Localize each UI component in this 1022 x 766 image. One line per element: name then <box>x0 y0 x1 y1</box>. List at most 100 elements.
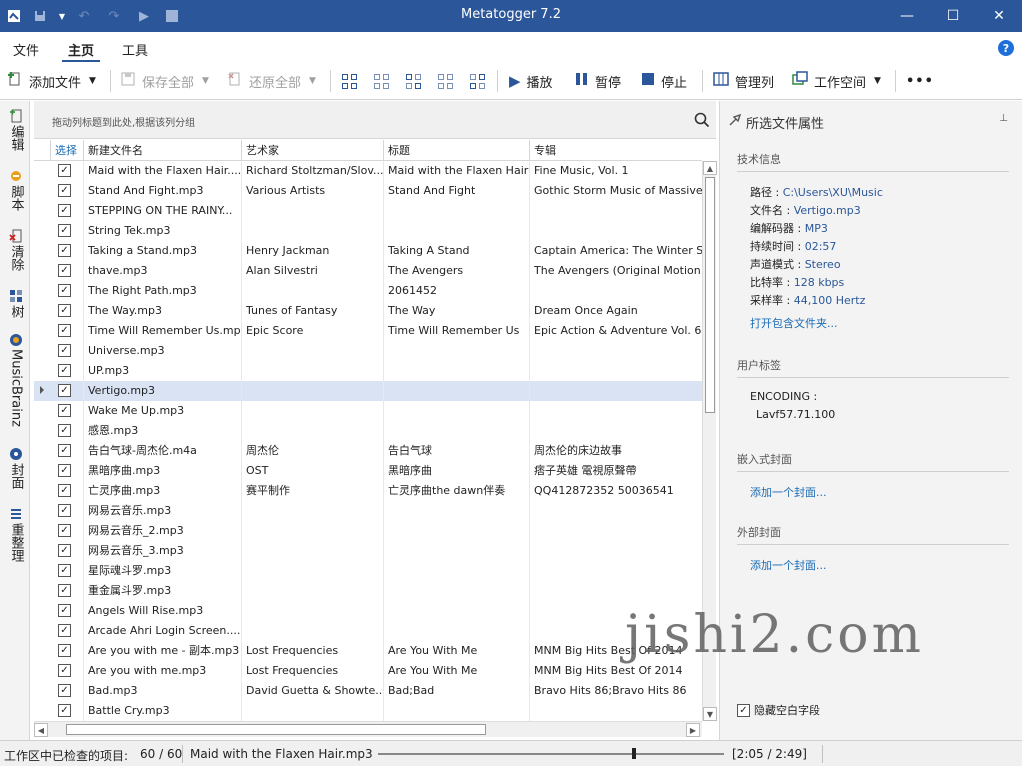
cell-artist[interactable] <box>241 521 383 541</box>
row-checkbox[interactable]: ✓ <box>58 284 71 297</box>
row-checkbox[interactable]: ✓ <box>58 384 71 397</box>
table-row[interactable]: ✓ The Right Path.mp3 2061452 <box>34 281 702 301</box>
row-checkbox[interactable]: ✓ <box>58 584 71 597</box>
table-row[interactable]: ✓ Stand And Fight.mp3 Various Artists Stand… <box>34 181 702 201</box>
cell-artist[interactable]: Various Artists <box>241 181 383 201</box>
save-all-button[interactable]: 保存全部 ▼ <box>120 71 209 91</box>
scroll-down-icon[interactable]: ▼ <box>703 707 717 721</box>
cell-album[interactable]: Dream Once Again <box>529 301 702 321</box>
cell-artist[interactable] <box>241 561 383 581</box>
cell-file[interactable]: Bad.mp3 <box>83 681 241 701</box>
table-row[interactable]: ✓ Are you with me.mp3 Lost Frequencies Are … <box>34 661 702 681</box>
table-row[interactable]: ✓ 网易云音乐_3.mp3 <box>34 541 702 561</box>
cell-title[interactable]: Are You With Me <box>383 661 529 681</box>
scroll-up-icon[interactable]: ▲ <box>703 161 717 175</box>
menu-file[interactable]: 文件 <box>13 40 39 59</box>
cell-album[interactable] <box>529 521 702 541</box>
table-row[interactable]: ✓ 网易云音乐.mp3 <box>34 501 702 521</box>
scroll-left-icon[interactable]: ◀ <box>34 723 48 737</box>
cell-file[interactable]: String Tek.mp3 <box>83 221 241 241</box>
table-row[interactable]: ✓ 黑暗序曲.mp3 OST 黑暗序曲 痞子英雄 電視原聲帶 <box>34 461 702 481</box>
cell-title[interactable] <box>383 341 529 361</box>
row-checkbox[interactable]: ✓ <box>58 524 71 537</box>
table-row[interactable]: ✓ Battle Cry.mp3 <box>34 701 702 721</box>
cell-artist[interactable] <box>241 621 383 641</box>
cell-artist[interactable]: Lost Frequencies <box>241 641 383 661</box>
cell-artist[interactable] <box>241 701 383 721</box>
cell-title[interactable]: Bad;Bad <box>383 681 529 701</box>
cell-artist[interactable] <box>241 281 383 301</box>
cell-title[interactable] <box>383 401 529 421</box>
cell-title[interactable] <box>383 621 529 641</box>
cell-album[interactable] <box>529 221 702 241</box>
cell-file[interactable]: Battle Cry.mp3 <box>83 701 241 721</box>
cell-file[interactable]: Universe.mp3 <box>83 341 241 361</box>
cell-title[interactable] <box>383 381 529 401</box>
table-row[interactable]: ✓ 告白气球-周杰伦.m4a 周杰伦 告白气球 周杰伦的床边故事 <box>34 441 702 461</box>
cell-file[interactable]: Wake Me Up.mp3 <box>83 401 241 421</box>
cell-title[interactable]: Maid with the Flaxen Hair <box>383 161 529 181</box>
row-checkbox[interactable]: ✓ <box>58 164 71 177</box>
close-button[interactable]: ✕ <box>976 0 1022 32</box>
cell-file[interactable]: 黑暗序曲.mp3 <box>83 461 241 481</box>
cell-album[interactable]: 周杰伦的床边故事 <box>529 441 702 461</box>
play-button[interactable]: ▶ 播放 <box>509 71 553 91</box>
row-checkbox[interactable]: ✓ <box>58 464 71 477</box>
vertical-scroll-thumb[interactable] <box>705 177 715 413</box>
cell-album[interactable]: The Avengers (Original Motion I <box>529 261 702 281</box>
column-header-filename[interactable]: 新建文件名 <box>83 140 241 161</box>
cell-file[interactable]: 网易云音乐_3.mp3 <box>83 541 241 561</box>
cell-album[interactable] <box>529 501 702 521</box>
cell-album[interactable] <box>529 701 702 721</box>
row-checkbox[interactable]: ✓ <box>58 404 71 417</box>
cell-album[interactable]: Epic Action & Adventure Vol. 6 <box>529 321 702 341</box>
add-embedded-cover-link[interactable]: 添加一个封面... <box>750 484 827 500</box>
cell-file[interactable]: The Way.mp3 <box>83 301 241 321</box>
table-row[interactable]: ✓ Taking a Stand.mp3 Henry Jackman Taking A… <box>34 241 702 261</box>
cell-album[interactable] <box>529 341 702 361</box>
cell-title[interactable]: Are You With Me <box>383 641 529 661</box>
row-checkbox[interactable]: ✓ <box>58 544 71 557</box>
cell-album[interactable] <box>529 581 702 601</box>
cell-file[interactable]: Are you with me.mp3 <box>83 661 241 681</box>
cell-album[interactable] <box>529 421 702 441</box>
cell-album[interactable] <box>529 561 702 581</box>
select-invert-grid-button[interactable] <box>406 71 421 91</box>
leftbar-item-clean[interactable]: 清除 <box>6 229 26 271</box>
workspace-button[interactable]: 工作空间 ▼ <box>792 71 881 91</box>
menu-tools[interactable]: 工具 <box>122 40 148 59</box>
cell-file[interactable]: Angels Will Rise.mp3 <box>83 601 241 621</box>
cell-file[interactable]: Are you with me - 副本.mp3 <box>83 641 241 661</box>
row-checkbox[interactable]: ✓ <box>58 644 71 657</box>
cell-album[interactable] <box>529 361 702 381</box>
column-header-select[interactable]: 选择 <box>50 140 83 161</box>
column-header-album[interactable]: 专辑 <box>529 140 702 161</box>
cell-file[interactable]: Stand And Fight.mp3 <box>83 181 241 201</box>
cell-file[interactable]: 重金属斗罗.mp3 <box>83 581 241 601</box>
leftbar-item-edit[interactable]: 编辑 <box>6 109 26 151</box>
table-row[interactable]: ✓ UP.mp3 <box>34 361 702 381</box>
row-checkbox[interactable]: ✓ <box>58 704 71 717</box>
cell-album[interactable] <box>529 201 702 221</box>
cell-artist[interactable]: Epic Score <box>241 321 383 341</box>
row-checkbox[interactable]: ✓ <box>58 364 71 377</box>
group-by-bar[interactable]: 拖动列标题到此处,根据该列分组 <box>34 101 716 139</box>
leftbar-item-reorganize[interactable]: 重整理 <box>6 507 26 562</box>
table-row[interactable]: ✓ Maid with the Flaxen Hair.... Richard St… <box>34 161 702 181</box>
table-row[interactable]: ✓ Arcade Ahri Login Screen.... <box>34 621 702 641</box>
column-header-title[interactable]: 标题 <box>383 140 529 161</box>
cell-file[interactable]: The Right Path.mp3 <box>83 281 241 301</box>
cell-title[interactable] <box>383 521 529 541</box>
row-checkbox[interactable]: ✓ <box>58 684 71 697</box>
table-row[interactable]: ✓ 网易云音乐_2.mp3 <box>34 521 702 541</box>
cell-file[interactable]: Time Will Remember Us.mp3 <box>83 321 241 341</box>
column-header-artist[interactable]: 艺术家 <box>241 140 383 161</box>
row-checkbox[interactable]: ✓ <box>58 264 71 277</box>
pin-icon[interactable]: ⊥ <box>999 113 1008 124</box>
row-checkbox[interactable]: ✓ <box>58 664 71 677</box>
cell-artist[interactable]: 周杰伦 <box>241 441 383 461</box>
cell-artist[interactable] <box>241 581 383 601</box>
cell-artist[interactable] <box>241 401 383 421</box>
cell-artist[interactable] <box>241 501 383 521</box>
row-checkbox[interactable]: ✓ <box>58 304 71 317</box>
